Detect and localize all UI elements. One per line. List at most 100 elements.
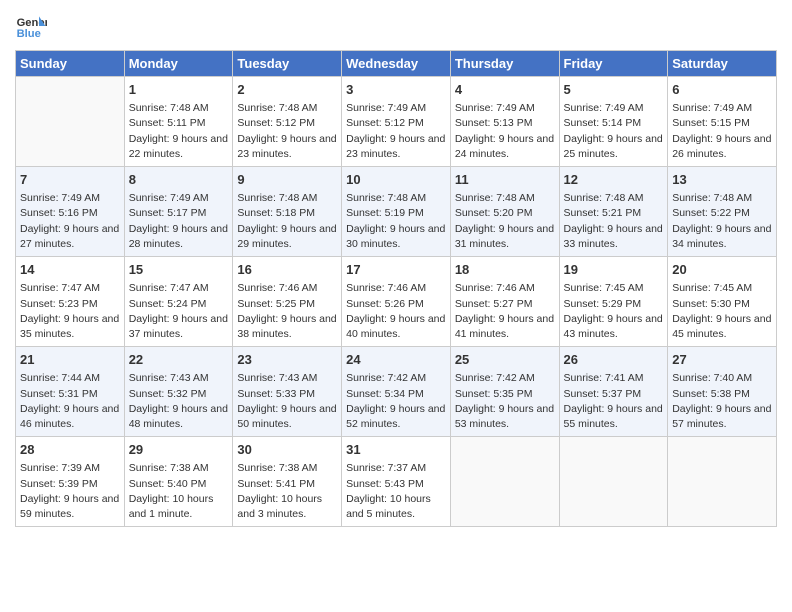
cell-detail: Sunrise: 7:47 AM	[129, 281, 229, 296]
cell-detail: Daylight: 9 hours and 37 minutes.	[129, 312, 229, 342]
calendar-cell: 24Sunrise: 7:42 AMSunset: 5:34 PMDayligh…	[342, 347, 451, 437]
calendar-cell: 10Sunrise: 7:48 AMSunset: 5:19 PMDayligh…	[342, 167, 451, 257]
cell-detail: Daylight: 10 hours and 3 minutes.	[237, 492, 337, 522]
cell-detail: Daylight: 9 hours and 35 minutes.	[20, 312, 120, 342]
cell-detail: Sunrise: 7:49 AM	[129, 191, 229, 206]
cell-detail: Sunrise: 7:45 AM	[672, 281, 772, 296]
cell-detail: Sunrise: 7:48 AM	[237, 191, 337, 206]
cell-detail: Sunset: 5:17 PM	[129, 206, 229, 221]
cell-detail: Sunset: 5:23 PM	[20, 297, 120, 312]
cell-detail: Sunrise: 7:48 AM	[346, 191, 446, 206]
calendar-table: SundayMondayTuesdayWednesdayThursdayFrid…	[15, 50, 777, 527]
cell-detail: Sunrise: 7:48 AM	[129, 101, 229, 116]
cell-detail: Sunset: 5:18 PM	[237, 206, 337, 221]
cell-detail: Sunrise: 7:39 AM	[20, 461, 120, 476]
cell-detail: Sunset: 5:12 PM	[346, 116, 446, 131]
day-number: 8	[129, 171, 229, 189]
cell-detail: Sunset: 5:30 PM	[672, 297, 772, 312]
calendar-cell	[559, 437, 668, 527]
cell-detail: Daylight: 10 hours and 1 minute.	[129, 492, 229, 522]
day-number: 29	[129, 441, 229, 459]
calendar-cell: 11 Sunrise: 7:48 AMSunset: 5:20 PMDayligh…	[450, 167, 559, 257]
logo-icon: General Blue	[15, 10, 47, 42]
cell-detail: Sunset: 5:12 PM	[237, 116, 337, 131]
page-container: General Blue SundayMondayTuesdayWednesda…	[0, 0, 792, 612]
calendar-cell: 22Sunrise: 7:43 AMSunset: 5:32 PMDayligh…	[124, 347, 233, 437]
weekday-header-saturday: Saturday	[668, 51, 777, 77]
day-number: 19	[564, 261, 664, 279]
cell-detail: Sunrise: 7:49 AM	[564, 101, 664, 116]
svg-text:Blue: Blue	[17, 28, 41, 40]
cell-detail: Sunrise: 7:49 AM	[346, 101, 446, 116]
calendar-week-4: 21 Sunrise: 7:44 AMSunset: 5:31 PM Dayligh…	[16, 347, 777, 437]
calendar-cell	[450, 437, 559, 527]
cell-detail: Sunset: 5:41 PM	[237, 477, 337, 492]
day-number: 14	[20, 261, 120, 279]
calendar-cell: 14Sunrise: 7:47 AMSunset: 5:23 PMDayligh…	[16, 257, 125, 347]
day-number: 3	[346, 81, 446, 99]
cell-detail: Daylight: 9 hours and 31 minutes.	[455, 222, 555, 252]
calendar-cell: 18 Sunrise: 7:46 AMSunset: 5:27 PMDayligh…	[450, 257, 559, 347]
cell-detail: Sunrise: 7:49 AM	[455, 101, 555, 116]
day-number: 21	[20, 351, 120, 369]
calendar-cell: 12Sunrise: 7:48 AMSunset: 5:21 PMDayligh…	[559, 167, 668, 257]
cell-detail: Sunset: 5:22 PM	[672, 206, 772, 221]
cell-detail: Daylight: 9 hours and 55 minutes.	[564, 402, 664, 432]
cell-detail: Sunset: 5:33 PM	[237, 387, 337, 402]
calendar-cell: 23 Sunrise: 7:43 AMSunset: 5:33 PMDayligh…	[233, 347, 342, 437]
cell-detail: Sunset: 5:21 PM	[564, 206, 664, 221]
header-row: SundayMondayTuesdayWednesdayThursdayFrid…	[16, 51, 777, 77]
calendar-cell: 4Sunrise: 7:49 AMSunset: 5:13 PMDaylight…	[450, 77, 559, 167]
cell-detail: Sunset: 5:15 PM	[672, 116, 772, 131]
cell-detail: Sunset: 5:20 PM	[455, 206, 555, 221]
day-number: 5	[564, 81, 664, 99]
cell-detail: Sunset: 5:14 PM	[564, 116, 664, 131]
weekday-header-thursday: Thursday	[450, 51, 559, 77]
cell-detail: Sunrise: 7:48 AM	[237, 101, 337, 116]
calendar-cell: 27Sunrise: 7:40 AMSunset: 5:38 PMDayligh…	[668, 347, 777, 437]
calendar-cell	[668, 437, 777, 527]
cell-detail: Sunrise: 7:42 AM	[455, 371, 555, 386]
cell-detail: Sunrise: 7:41 AM	[564, 371, 664, 386]
cell-detail: Daylight: 10 hours and 5 minutes.	[346, 492, 446, 522]
day-number: 27	[672, 351, 772, 369]
day-number: 16	[237, 261, 337, 279]
calendar-cell: 19Sunrise: 7:45 AMSunset: 5:29 PMDayligh…	[559, 257, 668, 347]
day-number: 17	[346, 261, 446, 279]
cell-detail: Sunrise: 7:46 AM	[455, 281, 555, 296]
day-number: 9	[237, 171, 337, 189]
cell-detail: Sunset: 5:31 PM	[20, 387, 120, 402]
cell-detail: Sunrise: 7:48 AM	[564, 191, 664, 206]
cell-detail: Sunset: 5:37 PM	[564, 387, 664, 402]
day-number: 31	[346, 441, 446, 459]
cell-detail: Sunset: 5:26 PM	[346, 297, 446, 312]
cell-detail: Sunset: 5:19 PM	[346, 206, 446, 221]
calendar-cell: 16Sunrise: 7:46 AMSunset: 5:25 PMDayligh…	[233, 257, 342, 347]
calendar-cell: 2Sunrise: 7:48 AMSunset: 5:12 PMDaylight…	[233, 77, 342, 167]
cell-detail: Daylight: 9 hours and 50 minutes.	[237, 402, 337, 432]
cell-detail: Daylight: 9 hours and 23 minutes.	[237, 132, 337, 162]
cell-detail: Sunset: 5:35 PM	[455, 387, 555, 402]
cell-detail: Daylight: 9 hours and 23 minutes.	[346, 132, 446, 162]
cell-detail: Sunrise: 7:49 AM	[672, 101, 772, 116]
cell-detail: Sunrise: 7:38 AM	[129, 461, 229, 476]
day-number: 23	[237, 351, 337, 369]
weekday-header-sunday: Sunday	[16, 51, 125, 77]
cell-detail: Sunrise: 7:44 AM	[20, 371, 120, 386]
cell-detail: Daylight: 9 hours and 59 minutes.	[20, 492, 120, 522]
cell-detail: Sunset: 5:27 PM	[455, 297, 555, 312]
day-number: 11	[455, 171, 555, 189]
cell-detail: Sunrise: 7:37 AM	[346, 461, 446, 476]
calendar-cell: 3 Sunrise: 7:49 AMSunset: 5:12 PMDaylight…	[342, 77, 451, 167]
cell-detail: Sunrise: 7:43 AM	[237, 371, 337, 386]
cell-detail: Daylight: 9 hours and 40 minutes.	[346, 312, 446, 342]
day-number: 12	[564, 171, 664, 189]
calendar-cell: 15Sunrise: 7:47 AMSunset: 5:24 PMDayligh…	[124, 257, 233, 347]
calendar-cell: 26Sunrise: 7:41 AMSunset: 5:37 PMDayligh…	[559, 347, 668, 437]
calendar-cell: 6Sunrise: 7:49 AMSunset: 5:15 PMDaylight…	[668, 77, 777, 167]
calendar-cell	[16, 77, 125, 167]
calendar-cell: 13Sunrise: 7:48 AMSunset: 5:22 PMDayligh…	[668, 167, 777, 257]
cell-detail: Daylight: 9 hours and 41 minutes.	[455, 312, 555, 342]
day-number: 18	[455, 261, 555, 279]
cell-detail: Sunrise: 7:48 AM	[455, 191, 555, 206]
